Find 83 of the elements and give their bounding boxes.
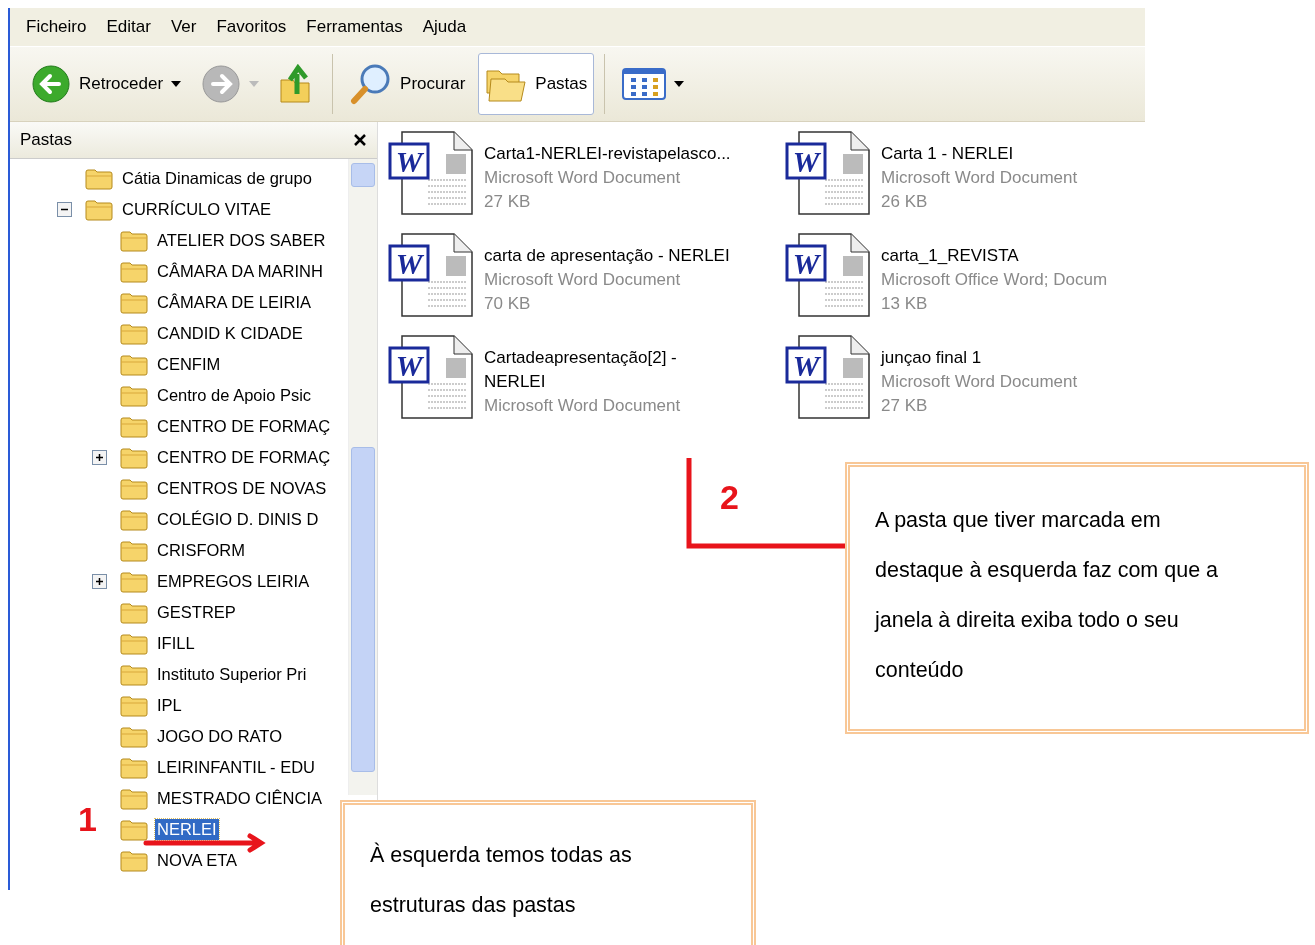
folder-icon — [120, 663, 148, 686]
tree-item[interactable]: NERLEI — [155, 819, 219, 840]
folder-icon — [85, 167, 113, 190]
tree-item[interactable]: CENFIM — [155, 354, 223, 375]
menu-item[interactable]: Ferramentas — [296, 13, 413, 41]
file-type: Microsoft Word Document — [484, 167, 682, 189]
tree-item[interactable]: MESTRADO CIÊNCIA — [155, 788, 325, 809]
tree-item[interactable]: Instituto Superior Pri — [155, 664, 309, 685]
tree-item[interactable]: ATELIER DOS SABER — [155, 230, 328, 251]
folder-icon — [120, 539, 148, 562]
tree-item[interactable]: CENTRO DE FORMAÇ — [155, 416, 333, 437]
menu-item[interactable]: Editar — [96, 13, 161, 41]
pane-title: Pastas — [20, 130, 72, 150]
file-name[interactable]: Cartadeapresentação[2] - NERLEI — [484, 346, 681, 394]
menu-item[interactable]: Ficheiro — [16, 13, 97, 41]
tree-item[interactable]: GESTREP — [155, 602, 238, 623]
views-icon — [622, 68, 667, 100]
step-number: 2 — [720, 478, 739, 517]
file-size: 13 KB — [881, 293, 929, 315]
file-name[interactable]: Carta1-NERLEI-revistapelasco... — [484, 142, 731, 166]
tree-item[interactable]: IFILL — [155, 633, 197, 654]
file-type: Microsoft Word Document — [484, 269, 682, 291]
folder-icon — [120, 756, 148, 779]
folder-icon — [120, 260, 148, 283]
file-size: 70 KB — [484, 293, 532, 315]
tree-item[interactable]: CRISFORM — [155, 540, 247, 561]
file-name[interactable]: carta de apresentação - NERLEI — [484, 244, 730, 268]
callout-text: À esquerda temos todas as estruturas das pastas — [340, 800, 756, 945]
tree-item[interactable]: NOVA ETA — [155, 850, 240, 871]
folder-icon — [120, 508, 148, 531]
folder-icon — [120, 291, 148, 314]
folder-icon — [120, 694, 148, 717]
folder-icon — [120, 632, 148, 655]
folder-icon — [120, 849, 148, 872]
tree-item[interactable]: LEIRINFANTIL - EDU — [155, 757, 317, 778]
file-type: Microsoft Word Document — [881, 167, 1078, 189]
file-name[interactable]: Carta 1 - NERLEI — [881, 142, 1078, 166]
folders-button[interactable]: Pastas — [478, 53, 595, 115]
file-size: 26 KB — [881, 191, 929, 213]
callout-text: A pasta que tiver marcada em destaque à esquerda faz com que a janela à direita exiba todo o seu conteúdo — [845, 462, 1309, 734]
file-name[interactable]: junçao final 1 — [881, 346, 1078, 370]
tree-item[interactable]: CANDID K CIDADE — [155, 323, 305, 344]
tree-item[interactable]: CÂMARA DE LEIRIA — [155, 292, 314, 313]
folder-icon — [120, 353, 148, 376]
folder-icon — [120, 818, 148, 841]
file-type: Microsoft Word Document — [881, 371, 1078, 393]
folder-icon — [120, 477, 148, 500]
expand-icon[interactable] — [92, 574, 107, 589]
tree-item[interactable]: JOGO DO RATO — [155, 726, 284, 747]
menu-item[interactable]: Favoritos — [206, 13, 297, 41]
menu-item[interactable]: Ver — [160, 13, 207, 41]
step-number: 1 — [78, 800, 97, 839]
folder-icon — [120, 725, 148, 748]
menu-item[interactable]: Ajuda — [412, 13, 477, 41]
folder-icon — [120, 322, 148, 345]
folder-icon — [120, 570, 148, 593]
search-button[interactable]: Procurar — [343, 53, 473, 115]
file-size: 27 KB — [484, 191, 532, 213]
expand-icon[interactable] — [92, 450, 107, 465]
close-icon[interactable] — [353, 133, 367, 147]
file-type: Microsoft Office Word; Docum — [881, 269, 1108, 291]
folder-icon — [120, 229, 148, 252]
tree-item[interactable]: Cátia Dinamicas de grupo — [120, 168, 314, 189]
folder-icon — [120, 384, 148, 407]
tree-item[interactable]: CENTRO DE FORMAÇ — [155, 447, 333, 468]
tree-item[interactable]: EMPREGOS LEIRIA — [155, 571, 312, 592]
scrollbar[interactable] — [348, 159, 377, 795]
folder-icon — [120, 446, 148, 469]
folder-icon — [120, 787, 148, 810]
file-size: 27 KB — [881, 395, 929, 417]
file-name[interactable]: carta_1_REVISTA — [881, 244, 1108, 268]
tree-item[interactable]: COLÉGIO D. DINIS D — [155, 509, 321, 530]
folder-icon — [120, 601, 148, 624]
folder-icon — [120, 415, 148, 438]
tree-item[interactable]: CURRÍCULO VITAE — [120, 199, 274, 220]
collapse-icon[interactable] — [57, 202, 72, 217]
tree-item[interactable]: Centro de Apoio Psic — [155, 385, 314, 406]
tree-item[interactable]: CÂMARA DA MARINH — [155, 261, 325, 282]
tree-item[interactable]: CENTROS DE NOVAS — [155, 478, 329, 499]
tree-item[interactable]: IPL — [155, 695, 184, 716]
file-type: Microsoft Word Document — [484, 395, 681, 417]
folder-icon — [85, 198, 113, 221]
back-button[interactable]: Retroceder — [24, 53, 189, 115]
